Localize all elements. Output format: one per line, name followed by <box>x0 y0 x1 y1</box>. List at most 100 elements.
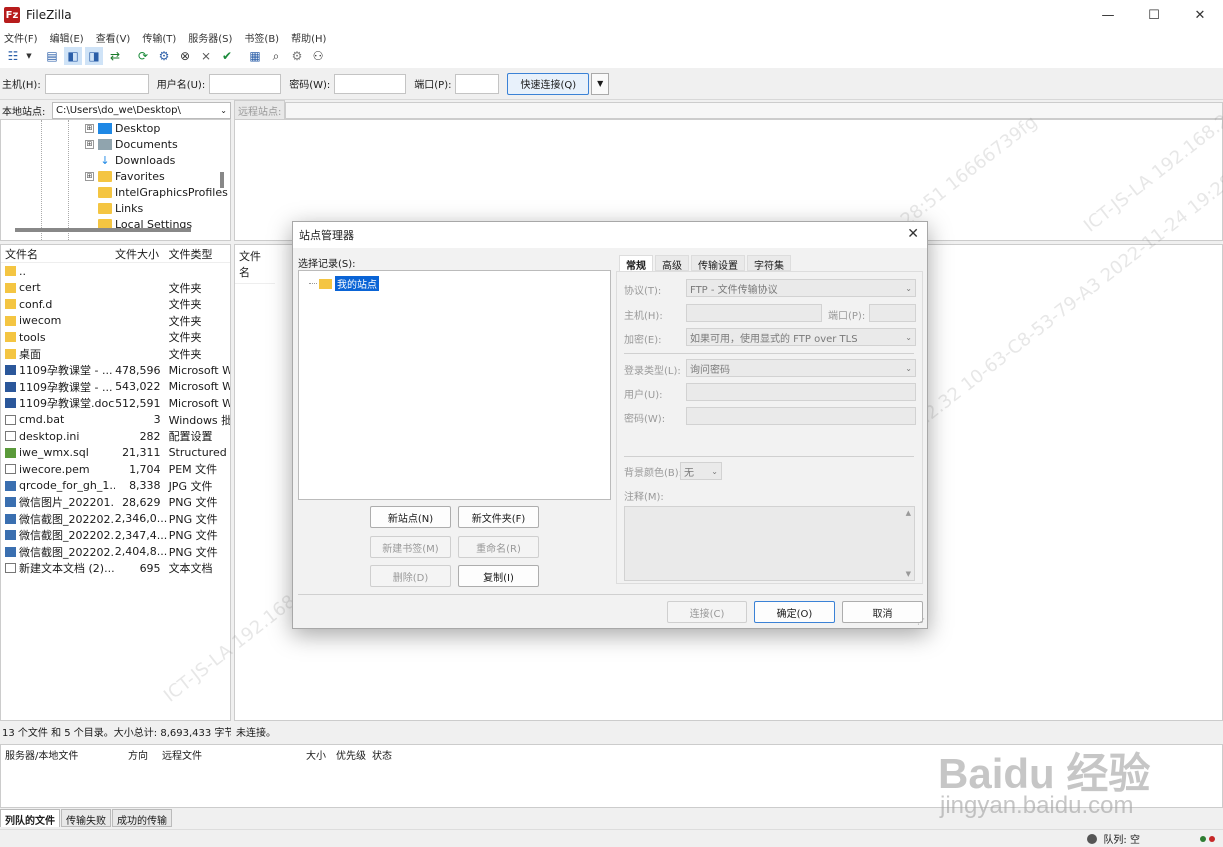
scroll-up-icon[interactable]: ▲ <box>906 509 911 517</box>
local-tree-toggle-icon[interactable]: ◧ <box>64 47 82 65</box>
local-file-list[interactable]: 文件名 文件大小 文件类型 .. cert 文件夹 conf.d 文件夹 iwecom 文件… <box>0 244 231 721</box>
file-row[interactable]: conf.d 文件夹 <box>1 296 230 313</box>
chevron-down-icon[interactable]: ⌄ <box>220 106 227 115</box>
file-row[interactable]: 新建文本文档 (2).... 695 文本文档 <box>1 560 230 577</box>
cancel-button[interactable]: 取消 <box>842 601 923 623</box>
menu-view[interactable]: 查看(V) <box>96 30 131 45</box>
reconnect-icon[interactable]: ✔ <box>218 47 236 65</box>
sync-browse-icon[interactable]: ⚙ <box>288 47 306 65</box>
file-row[interactable]: iwecore.pem 1,704 PEM 文件 <box>1 461 230 478</box>
minimize-button[interactable]: — <box>1085 0 1131 30</box>
file-row[interactable]: qrcode_for_gh_1... 8,338 JPG 文件 <box>1 478 230 495</box>
rename-button[interactable]: 重命名(R) <box>458 536 539 558</box>
queue-col-size[interactable]: 大小 <box>302 747 332 762</box>
remote-path-combobox[interactable] <box>285 101 1223 119</box>
menu-bookmarks[interactable]: 书签(B) <box>244 30 279 45</box>
tab-charset[interactable]: 字符集 <box>747 255 791 272</box>
transfer-queue-toggle-icon[interactable]: ⇄ <box>106 47 124 65</box>
tree-item-documents[interactable]: ⊞ Documents <box>85 136 178 152</box>
tab-queued-files[interactable]: 列队的文件 <box>0 809 60 827</box>
queue-col-remote-file[interactable]: 远程文件 <box>158 747 302 762</box>
file-row[interactable]: 1109孕教课堂 - ... 478,596 Microsoft W <box>1 362 230 379</box>
menu-help[interactable]: 帮助(H) <box>291 30 326 45</box>
file-row[interactable]: cert 文件夹 <box>1 280 230 297</box>
connect-button[interactable]: 连接(C) <box>667 601 747 623</box>
tab-advanced[interactable]: 高级 <box>655 255 689 272</box>
password-input[interactable] <box>334 73 407 94</box>
file-row[interactable]: .. <box>1 263 230 280</box>
file-row[interactable]: 微信截图_202202... 2,346,0... PNG 文件 <box>1 511 230 528</box>
local-directory-tree[interactable]: ⊞ Desktop ⊞ Documents ↓ Downloads ⊞ Favo… <box>0 119 231 241</box>
close-window-button[interactable]: ✕ <box>1177 0 1223 30</box>
ok-button[interactable]: 确定(O) <box>754 601 835 623</box>
tree-item-desktop[interactable]: ⊞ Desktop <box>85 120 160 136</box>
maximize-button[interactable]: ☐ <box>1131 0 1177 30</box>
search-icon[interactable]: ⌕ <box>267 47 285 65</box>
new-site-button[interactable]: 新站点(N) <box>370 506 451 528</box>
expand-icon[interactable]: ⊞ <box>85 171 94 181</box>
dialog-close-icon[interactable]: ✕ <box>907 226 919 242</box>
tree-item-downloads[interactable]: ↓ Downloads <box>85 152 175 168</box>
refresh-icon[interactable]: ⟳ <box>134 47 152 65</box>
column-header-filename[interactable]: 文件名 <box>1 246 115 262</box>
disconnect-icon[interactable]: ⨯ <box>197 47 215 65</box>
queue-col-server-local[interactable]: 服务器/本地文件 <box>1 747 124 762</box>
find-files-binoculars-icon[interactable]: ⚇ <box>309 47 327 65</box>
host-input[interactable] <box>44 73 149 94</box>
file-row[interactable]: iwecom 文件夹 <box>1 313 230 330</box>
resize-grip-icon[interactable]: ⋰ <box>917 617 925 626</box>
host-field[interactable] <box>686 304 822 322</box>
column-header-filesize[interactable]: 文件大小 <box>115 246 165 262</box>
site-manager-dropdown-icon[interactable]: ▼ <box>25 47 33 65</box>
menu-file[interactable]: 文件(F) <box>4 30 38 45</box>
port-field[interactable] <box>869 304 916 322</box>
tab-general[interactable]: 常规 <box>619 255 653 272</box>
password-field[interactable] <box>686 407 916 425</box>
file-row[interactable]: 微信截图_202202... 2,347,4... PNG 文件 <box>1 527 230 544</box>
menu-transfer[interactable]: 传输(T) <box>142 30 176 45</box>
file-row[interactable]: desktop.ini 282 配置设置 <box>1 428 230 445</box>
file-row[interactable]: 微信图片_202201... 28,629 PNG 文件 <box>1 494 230 511</box>
copy-button[interactable]: 复制(I) <box>458 565 539 587</box>
cancel-operation-icon[interactable]: ⊗ <box>176 47 194 65</box>
port-input[interactable] <box>455 73 500 94</box>
quickconnect-history-dropdown[interactable]: ▼ <box>591 72 610 95</box>
new-bookmark-button[interactable]: 新建书签(M) <box>370 536 451 558</box>
encryption-select[interactable]: 如果可用，使用显式的 FTP over TLS ⌄ <box>686 328 916 346</box>
site-tree-root-my-sites[interactable]: 我的站点 <box>309 276 379 291</box>
expand-icon[interactable]: ⊞ <box>85 123 94 133</box>
user-field[interactable] <box>686 383 916 401</box>
file-row[interactable]: tools 文件夹 <box>1 329 230 346</box>
file-row[interactable]: 微信截图_202202... 2,404,8... PNG 文件 <box>1 544 230 561</box>
delete-button[interactable]: 删除(D) <box>370 565 451 587</box>
tree-item-favorites[interactable]: ⊞ Favorites <box>85 168 165 184</box>
file-row[interactable]: iwe_wmx.sql 21,311 Structured ... <box>1 445 230 462</box>
expand-icon[interactable]: ⊞ <box>85 139 94 149</box>
queue-col-direction[interactable]: 方向 <box>124 747 158 762</box>
background-color-select[interactable]: 无 ⌄ <box>680 462 722 480</box>
file-row[interactable]: 1109孕教课堂 - ... 543,022 Microsoft W <box>1 379 230 396</box>
quickconnect-button[interactable]: 快速连接(Q) <box>507 72 590 95</box>
tree-horizontal-scrollbar[interactable] <box>15 228 191 232</box>
file-row[interactable]: cmd.bat 3 Windows 批 <box>1 412 230 429</box>
site-manager-icon[interactable]: ☷ <box>4 47 22 65</box>
scroll-down-icon[interactable]: ▼ <box>906 570 911 578</box>
remote-column-header-filename[interactable]: 文件名 <box>235 245 275 284</box>
remote-tree-toggle-icon[interactable]: ◨ <box>85 47 103 65</box>
process-queue-icon[interactable]: ⚙ <box>155 47 173 65</box>
site-tree[interactable]: 我的站点 <box>298 270 611 500</box>
username-input[interactable] <box>209 73 282 94</box>
file-row[interactable]: 桌面 文件夹 <box>1 346 230 363</box>
comments-textarea[interactable]: ▲ ▼ <box>624 506 915 581</box>
queue-col-priority[interactable]: 优先级 <box>332 747 368 762</box>
queue-col-status[interactable]: 状态 <box>368 747 392 762</box>
file-row[interactable]: 1109孕教课堂.docx 512,591 Microsoft W <box>1 395 230 412</box>
column-header-filetype[interactable]: 文件类型 <box>165 246 230 262</box>
message-log-toggle-icon[interactable]: ▤ <box>43 47 61 65</box>
tab-transfer-settings[interactable]: 传输设置 <box>691 255 745 272</box>
protocol-select[interactable]: FTP - 文件传输协议 ⌄ <box>686 279 916 297</box>
tree-item-intelgraphicsprofiles[interactable]: IntelGraphicsProfiles <box>85 184 228 200</box>
menu-server[interactable]: 服务器(S) <box>188 30 232 45</box>
tree-item-links[interactable]: Links <box>85 200 143 216</box>
tab-failed-transfers[interactable]: 传输失败 <box>61 809 111 827</box>
